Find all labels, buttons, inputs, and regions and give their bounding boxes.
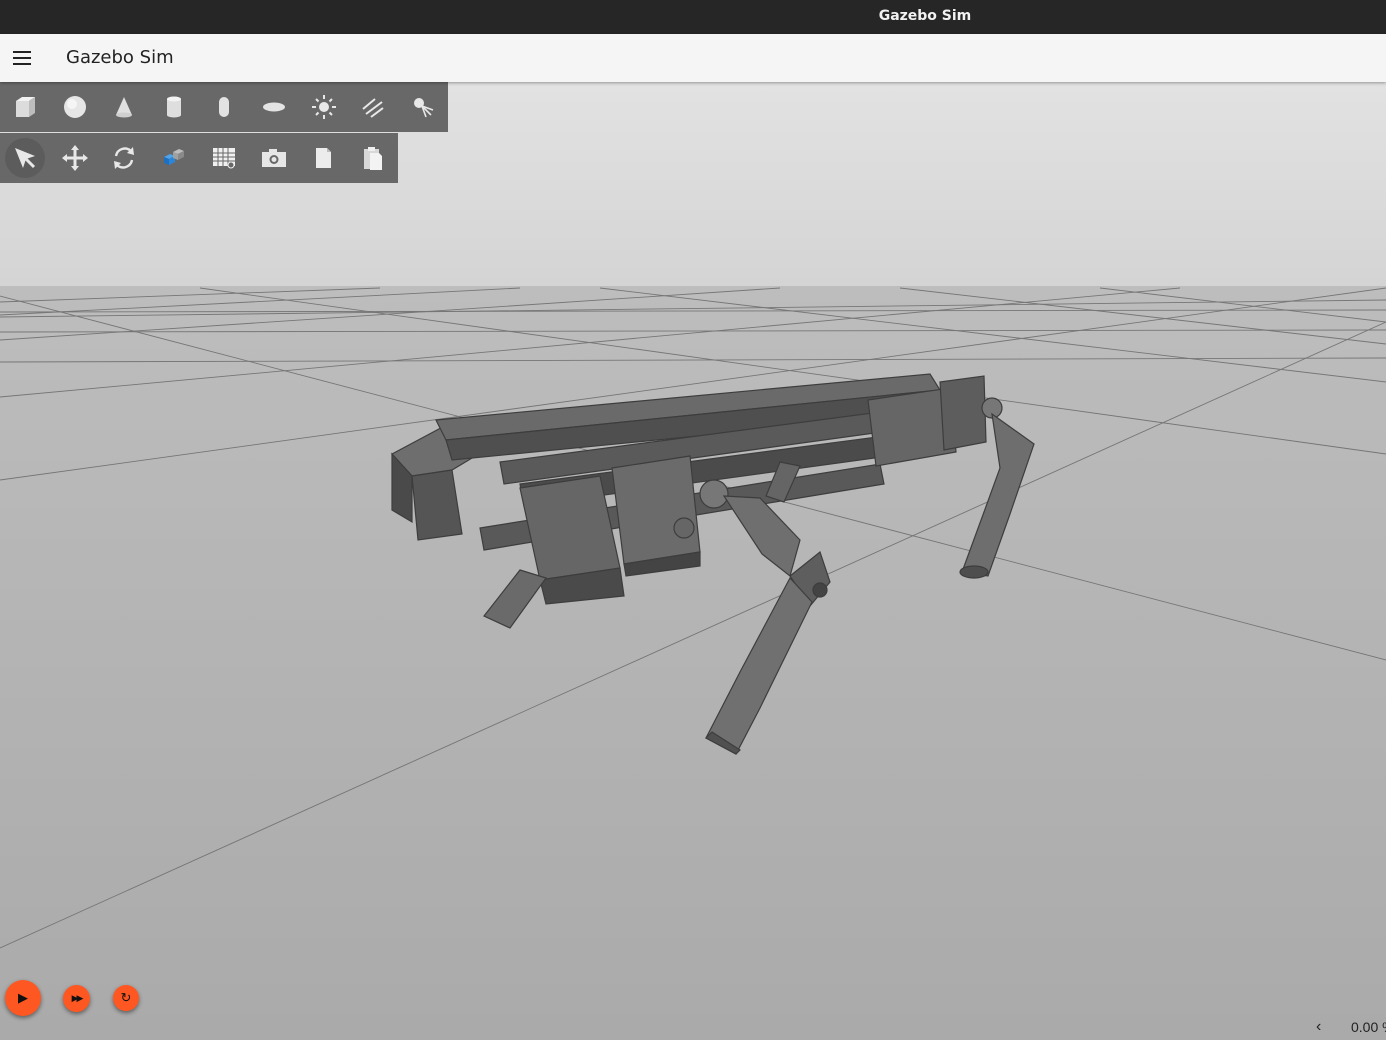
ellipsoid-shape-button[interactable] [249,82,299,132]
hamburger-menu-icon[interactable] [6,42,38,74]
capsule-icon [219,97,230,117]
shapes-lights-toolbar [0,82,448,132]
reset-icon: ↻ [120,990,132,1005]
app-bar: Gazebo Sim [0,34,1386,82]
copy-icon [316,148,332,168]
world-stats: ‹ 0.00 % [1310,1016,1386,1040]
box-icon [15,97,35,117]
snap-cubes-icon [164,149,185,165]
play-button[interactable]: ▶ [5,980,41,1016]
scene-render[interactable] [0,82,1386,1040]
rotate-mode-button[interactable] [100,133,150,183]
snap-button[interactable] [149,133,199,183]
translate-mode-button[interactable] [50,133,100,183]
grid-icon [212,148,235,169]
window-title: Gazebo Sim [878,8,972,24]
cone-shape-button[interactable] [100,82,150,132]
cone-icon [116,97,133,118]
sun-icon [311,95,336,119]
cylinder-shape-button[interactable] [149,82,199,132]
cylinder-icon [167,96,182,118]
directional-light-button[interactable] [348,82,398,132]
reset-button[interactable]: ↻ [113,985,139,1011]
step-button[interactable]: ▶▶ [63,985,90,1012]
step-icon: ▶▶ [71,993,84,1003]
move-arrows-icon [61,145,88,171]
paste-icon [364,147,383,170]
capsule-shape-button[interactable] [199,82,249,132]
rotate-icon [114,147,135,169]
box-shape-button[interactable] [0,82,50,132]
screenshot-button[interactable] [249,133,299,183]
directional-light-icon [362,98,384,118]
window-titlebar: Gazebo Sim [0,0,1386,34]
arrow-cursor-icon [14,148,35,169]
ellipsoid-icon [262,102,285,112]
play-icon: ▶ [18,990,28,1005]
playback-controls: ▶ ▶▶ ↻ [0,976,160,1022]
select-mode-button[interactable] [5,138,45,178]
paste-button[interactable] [348,133,398,183]
app-title: Gazebo Sim [66,47,174,68]
transform-toolbar [0,133,398,183]
real-time-factor: 0.00 % [1351,1019,1386,1035]
camera-icon [261,149,286,167]
chevron-left-icon[interactable]: ‹ [1316,1018,1321,1036]
align-grid-button[interactable] [199,133,249,183]
spot-light-button[interactable] [398,82,448,132]
point-light-button[interactable] [299,82,349,132]
sphere-icon [63,96,86,118]
3d-scene-viewport[interactable] [0,82,1386,1040]
copy-button[interactable] [299,133,349,183]
sphere-shape-button[interactable] [50,82,100,132]
spot-light-icon [414,98,434,118]
